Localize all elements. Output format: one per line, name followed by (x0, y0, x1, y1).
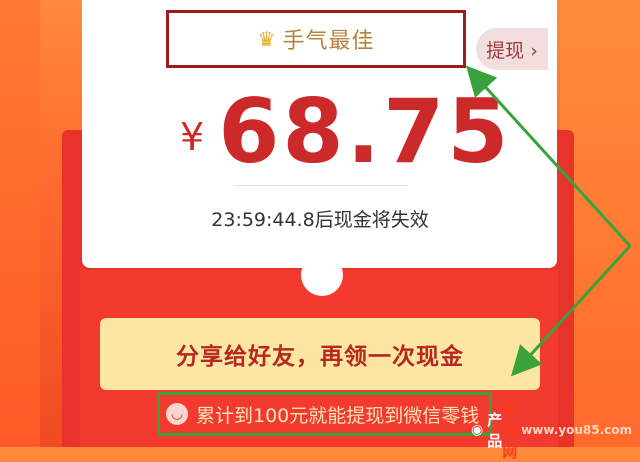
annotation-arrow-up (465, 65, 632, 248)
annotation-arrow-down (510, 244, 632, 377)
watermark: ◉ 产品 中城网 www.you85.com (471, 401, 640, 461)
annotation-arrows (465, 65, 632, 377)
watermark-prefix: 产品 (487, 411, 503, 450)
watermark-site: www.you85.com (521, 423, 632, 437)
watermark-mid: 中城网 (502, 400, 518, 461)
wechat-icon: ◉ (470, 422, 484, 438)
